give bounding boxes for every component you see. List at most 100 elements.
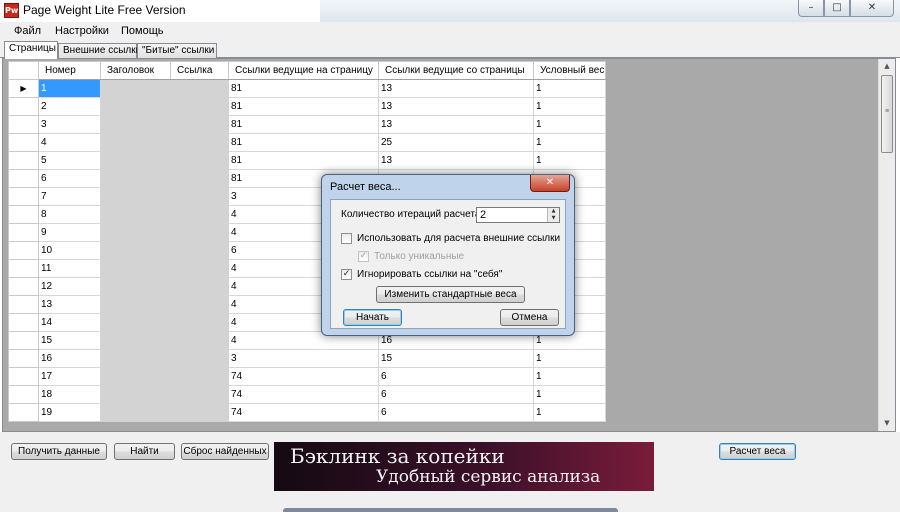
row-header[interactable] [8, 313, 39, 332]
cell-number[interactable]: 19 [38, 403, 101, 422]
cell-links-out[interactable]: 15 [378, 349, 534, 368]
cell-links-in[interactable]: 81 [228, 97, 379, 116]
cell-weight[interactable]: 1 [533, 79, 606, 98]
row-header[interactable] [8, 115, 39, 134]
cell-weight[interactable]: 1 [533, 133, 606, 152]
scroll-down-arrow-icon[interactable]: ▼ [879, 416, 895, 431]
cell-title[interactable] [100, 223, 171, 242]
cell-link[interactable] [170, 205, 229, 224]
cell-title[interactable] [100, 205, 171, 224]
cell-links-in[interactable]: 81 [228, 115, 379, 134]
cell-link[interactable] [170, 385, 229, 404]
cell-links-out[interactable]: 13 [378, 115, 534, 134]
cell-weight[interactable]: 1 [533, 367, 606, 386]
cell-title[interactable] [100, 79, 171, 98]
row-header[interactable] [8, 385, 39, 404]
cell-links-in[interactable]: 74 [228, 403, 379, 422]
cell-title[interactable] [100, 403, 171, 422]
cell-number[interactable]: 6 [38, 169, 101, 188]
cell-weight[interactable]: 1 [533, 403, 606, 422]
cell-links-out[interactable]: 13 [378, 97, 534, 116]
cell-links-out[interactable]: 13 [378, 79, 534, 98]
table-row[interactable]: 19 74 6 1 [8, 403, 606, 422]
cell-title[interactable] [100, 133, 171, 152]
cell-link[interactable] [170, 277, 229, 296]
cell-title[interactable] [100, 367, 171, 386]
cell-title[interactable] [100, 187, 171, 206]
column-header-weight[interactable]: Условный вес [533, 61, 606, 80]
cell-title[interactable] [100, 115, 171, 134]
row-header[interactable]: ▶ [8, 79, 39, 98]
cell-link[interactable] [170, 169, 229, 188]
cell-number[interactable]: 3 [38, 115, 101, 134]
cell-number[interactable]: 4 [38, 133, 101, 152]
cell-links-in[interactable]: 81 [228, 79, 379, 98]
cell-number[interactable]: 10 [38, 241, 101, 260]
cell-weight[interactable]: 1 [533, 349, 606, 368]
column-header-links-out[interactable]: Ссылки ведущие со страницы [378, 61, 534, 80]
cell-links-out[interactable]: 6 [378, 367, 534, 386]
row-header[interactable] [8, 349, 39, 368]
cell-link[interactable] [170, 133, 229, 152]
table-row[interactable]: 3 81 13 1 [8, 115, 606, 134]
cell-number[interactable]: 12 [38, 277, 101, 296]
menu-settings[interactable]: Настройки [55, 25, 109, 37]
scroll-thumb[interactable]: ≡ [881, 75, 893, 153]
row-header[interactable] [8, 241, 39, 260]
cell-link[interactable] [170, 223, 229, 242]
table-row[interactable]: ▶ 1 81 13 1 [8, 79, 606, 98]
cell-title[interactable] [100, 169, 171, 188]
table-row[interactable]: 18 74 6 1 [8, 385, 606, 404]
row-header[interactable] [8, 187, 39, 206]
cell-weight[interactable]: 1 [533, 151, 606, 170]
cell-links-out[interactable]: 25 [378, 133, 534, 152]
maximize-button[interactable]: □ [824, 0, 850, 17]
cell-number[interactable]: 11 [38, 259, 101, 278]
cell-title[interactable] [100, 349, 171, 368]
row-header[interactable] [8, 277, 39, 296]
table-row[interactable]: 17 74 6 1 [8, 367, 606, 386]
row-header[interactable] [8, 169, 39, 188]
cell-number[interactable]: 2 [38, 97, 101, 116]
row-header[interactable] [8, 331, 39, 350]
cell-title[interactable] [100, 259, 171, 278]
scroll-up-arrow-icon[interactable]: ▲ [879, 59, 895, 74]
cell-link[interactable] [170, 367, 229, 386]
cell-title[interactable] [100, 277, 171, 296]
cell-links-in[interactable]: 81 [228, 151, 379, 170]
start-button[interactable]: Начать [343, 309, 402, 326]
cell-number[interactable]: 7 [38, 187, 101, 206]
cell-links-out[interactable]: 6 [378, 403, 534, 422]
table-row[interactable]: 4 81 25 1 [8, 133, 606, 152]
cell-link[interactable] [170, 115, 229, 134]
use-external-checkbox[interactable] [341, 233, 352, 244]
row-header[interactable] [8, 205, 39, 224]
cell-number[interactable]: 17 [38, 367, 101, 386]
row-header[interactable] [8, 367, 39, 386]
row-header[interactable] [8, 97, 39, 116]
cell-number[interactable]: 16 [38, 349, 101, 368]
cell-number[interactable]: 18 [38, 385, 101, 404]
reset-found-button[interactable]: Сброс найденных [181, 443, 269, 460]
cell-number[interactable]: 1 [38, 79, 101, 98]
ad-banner[interactable]: Бэклинк за копейки Удобный сервис анализ… [274, 442, 654, 491]
cell-link[interactable] [170, 295, 229, 314]
cell-links-in[interactable]: 74 [228, 385, 379, 404]
cell-number[interactable]: 5 [38, 151, 101, 170]
row-header[interactable] [8, 403, 39, 422]
cell-links-out[interactable]: 6 [378, 385, 534, 404]
get-data-button[interactable]: Получить данные [11, 443, 107, 460]
stepper-up-icon[interactable]: ▲ [548, 208, 559, 215]
cell-links-out[interactable]: 13 [378, 151, 534, 170]
stepper-down-icon[interactable]: ▼ [548, 215, 559, 222]
cell-link[interactable] [170, 241, 229, 260]
menu-help[interactable]: Помощь [121, 25, 164, 37]
row-header[interactable] [8, 151, 39, 170]
column-header-number[interactable]: Номер [38, 61, 101, 80]
cell-link[interactable] [170, 151, 229, 170]
cell-weight[interactable]: 1 [533, 97, 606, 116]
cell-link[interactable] [170, 349, 229, 368]
cell-number[interactable]: 13 [38, 295, 101, 314]
cell-link[interactable] [170, 97, 229, 116]
calc-weight-button[interactable]: Расчет веса [719, 443, 796, 460]
